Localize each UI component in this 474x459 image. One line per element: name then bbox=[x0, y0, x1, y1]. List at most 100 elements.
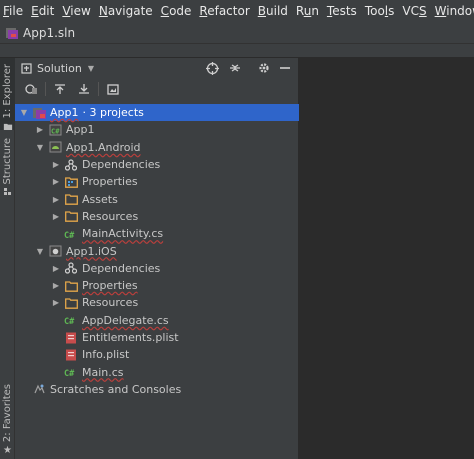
tree-item-android-assets[interactable]: ▶ Assets bbox=[15, 190, 299, 207]
solution-view-icon bbox=[21, 62, 32, 74]
menu-item[interactable]: Build bbox=[255, 0, 293, 22]
svg-text:C#: C# bbox=[51, 127, 60, 135]
svg-text:C#: C# bbox=[64, 231, 75, 240]
toolbar-separator bbox=[98, 82, 99, 96]
tree-item-app1-android[interactable]: ▼ App1.Android bbox=[15, 139, 299, 156]
refresh-button[interactable] bbox=[21, 80, 41, 98]
view-selector-label: Solution bbox=[37, 61, 82, 75]
folder-icon bbox=[64, 210, 78, 223]
expand-arrow-right-icon[interactable]: ▶ bbox=[50, 298, 62, 307]
menu-item[interactable]: Edit bbox=[28, 0, 59, 22]
tree-item-label: App1.Android bbox=[66, 140, 141, 154]
tree-item-entitlements[interactable]: Entitlements.plist bbox=[15, 329, 299, 346]
tree-item-label: Entitlements.plist bbox=[82, 331, 179, 344]
image-icon bbox=[107, 83, 119, 95]
hide-panel-button[interactable] bbox=[277, 60, 293, 76]
tree-item-app1-project[interactable]: ▶ C# App1 bbox=[15, 121, 299, 138]
locate-file-button[interactable] bbox=[204, 60, 220, 76]
expand-arrow-right-icon[interactable]: ▶ bbox=[50, 212, 62, 221]
svg-text:C#: C# bbox=[64, 317, 75, 326]
refresh-icon bbox=[24, 84, 37, 94]
tree-item-label: AppDelegate.cs bbox=[82, 313, 169, 327]
tab-favorites[interactable]: 2: Favorites ★ bbox=[0, 384, 15, 456]
expand-arrow-right-icon[interactable]: ▶ bbox=[50, 160, 62, 169]
expand-arrow-right-icon[interactable]: ▶ bbox=[50, 195, 62, 204]
menu-item[interactable]: Navigate bbox=[96, 0, 158, 22]
collapse-all-button[interactable] bbox=[227, 60, 243, 76]
tree-item-label: App1 bbox=[50, 106, 79, 120]
tree-item-label: Properties bbox=[82, 175, 138, 189]
folder-icon bbox=[64, 297, 78, 309]
tree-item-label: MainActivity.cs bbox=[82, 227, 164, 241]
expand-arrow-right-icon[interactable]: ▶ bbox=[50, 177, 62, 186]
tree-item-android-dependencies[interactable]: ▶ Dependencies bbox=[15, 156, 299, 173]
tree-item-android-resources[interactable]: ▶ Resources bbox=[15, 208, 299, 225]
autoscroll-button[interactable] bbox=[74, 80, 94, 98]
tree-item-label: Resources bbox=[82, 296, 139, 310]
crosshair-icon bbox=[205, 61, 219, 75]
tree-item-label: Properties bbox=[82, 279, 138, 293]
menu-item[interactable]: Tools bbox=[362, 0, 400, 22]
tree-item-infoplist[interactable]: Info.plist bbox=[15, 346, 299, 363]
svg-text:C#: C# bbox=[64, 369, 75, 378]
expand-arrow-down-icon[interactable]: ▼ bbox=[34, 247, 46, 256]
solution-icon bbox=[32, 107, 46, 119]
menu-item[interactable]: Window bbox=[432, 0, 474, 22]
tab-explorer[interactable]: 1: Explorer bbox=[0, 58, 15, 130]
dependencies-icon bbox=[64, 262, 78, 274]
expand-arrow-right-icon[interactable]: ▶ bbox=[50, 281, 62, 290]
tree-item-ios-resources[interactable]: ▶ Resources bbox=[15, 294, 299, 311]
folder-icon bbox=[3, 123, 12, 130]
settings-button[interactable] bbox=[256, 60, 272, 76]
tree-item-label: Dependencies bbox=[82, 261, 161, 275]
expand-arrow-right-icon[interactable]: ▶ bbox=[34, 125, 46, 134]
left-tool-strip: 1: Explorer Structure 2: Favorites ★ bbox=[0, 58, 15, 459]
menu-item[interactable]: VCS bbox=[399, 0, 431, 22]
tree-item-ios-properties[interactable]: ▶ Properties bbox=[15, 277, 299, 294]
minimize-icon bbox=[280, 67, 290, 69]
tree-item-label: App1.iOS bbox=[66, 244, 117, 258]
menu-item[interactable]: Refactor bbox=[196, 0, 254, 22]
tree-item-appdelegate[interactable]: C# AppDelegate.cs bbox=[15, 312, 299, 329]
menu-item[interactable]: Tests bbox=[324, 0, 362, 22]
tree-item-scratches[interactable]: Scratches and Consoles bbox=[15, 381, 299, 398]
expand-arrow-right-icon[interactable]: ▶ bbox=[50, 264, 62, 273]
expand-arrow-down-icon[interactable]: ▼ bbox=[34, 143, 46, 152]
preview-button[interactable] bbox=[103, 80, 123, 98]
csharp-file-icon: C# bbox=[64, 228, 78, 240]
menu-item[interactable]: File bbox=[0, 0, 28, 22]
tree-item-app1-ios[interactable]: ▼ App1.iOS bbox=[15, 242, 299, 259]
csharp-file-icon: C# bbox=[64, 314, 78, 326]
breadcrumb-file[interactable]: App1.sln bbox=[23, 26, 75, 40]
expand-button[interactable] bbox=[50, 80, 70, 98]
collapse-icon bbox=[230, 64, 240, 72]
tab-structure[interactable]: Structure bbox=[0, 138, 15, 200]
expand-arrow-down-icon[interactable]: ▼ bbox=[18, 108, 30, 117]
tab-structure-label: Structure bbox=[2, 138, 13, 185]
properties-folder-icon bbox=[64, 176, 78, 188]
ios-project-icon bbox=[48, 245, 62, 257]
tree-item-mainactivity[interactable]: C# MainActivity.cs bbox=[15, 225, 299, 242]
gear-icon bbox=[259, 63, 269, 73]
tree-item-maincs[interactable]: C# Main.cs bbox=[15, 363, 299, 380]
dependencies-icon bbox=[64, 158, 78, 171]
editor-area bbox=[300, 58, 474, 459]
tree-item-android-properties[interactable]: ▶ Properties bbox=[15, 173, 299, 190]
tree-item-label: Assets bbox=[82, 192, 118, 206]
scratches-icon bbox=[32, 383, 46, 395]
view-selector[interactable]: Solution ▼ bbox=[21, 62, 94, 75]
tree-item-app1-solution[interactable]: ▼ App1 · 3 projects bbox=[15, 104, 299, 122]
plist-file-icon bbox=[64, 332, 78, 344]
tree-item-label: App1 bbox=[66, 123, 95, 137]
tab-favorites-label: 2: Favorites bbox=[2, 384, 13, 443]
tree-item-label: Resources bbox=[82, 209, 139, 223]
solution-tree: ▼ App1 · 3 projects ▶ C# App1 ▼ App1.Android ▶ De… bbox=[15, 104, 299, 398]
menu-item[interactable]: View bbox=[59, 0, 95, 22]
folder-icon bbox=[64, 193, 78, 205]
menu-item[interactable]: Run bbox=[293, 0, 324, 22]
tab-explorer-label: 1: Explorer bbox=[2, 64, 13, 119]
tree-item-label: Main.cs bbox=[82, 365, 124, 379]
menu-item[interactable]: Code bbox=[158, 0, 197, 22]
tree-item-ios-dependencies[interactable]: ▶ Dependencies bbox=[15, 260, 299, 277]
solution-explorer-panel: Solution ▼ ▼ App1 · 3 projects ▶ C# App1… bbox=[15, 58, 299, 459]
